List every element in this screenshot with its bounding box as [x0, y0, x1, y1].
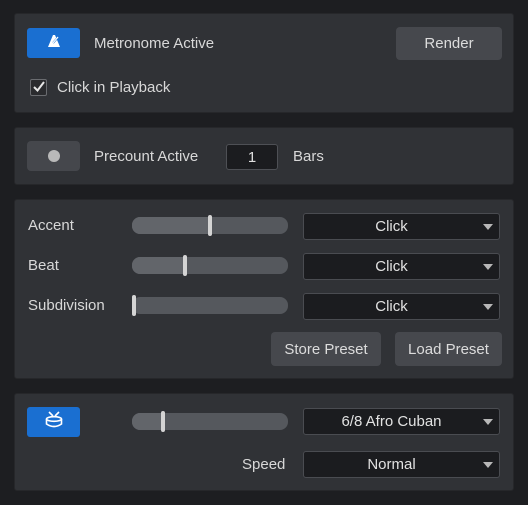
- chevron-down-icon: [483, 304, 493, 310]
- record-dot-icon: [47, 150, 60, 162]
- accent-slider-handle[interactable]: [208, 215, 212, 236]
- beat-label: Beat: [28, 257, 59, 274]
- bars-label: Bars: [293, 148, 324, 165]
- render-button[interactable]: Render: [396, 27, 502, 60]
- drum-pattern-toggle[interactable]: [27, 407, 80, 437]
- precount-active-label: Precount Active: [94, 148, 199, 165]
- subdivision-sound-value: Click: [375, 298, 408, 315]
- pattern-style-select[interactable]: 6/8 Afro Cuban: [303, 408, 500, 435]
- beat-sound-select[interactable]: Click: [303, 253, 500, 280]
- metronome-icon: [45, 34, 63, 53]
- beat-slider-handle[interactable]: [183, 255, 187, 276]
- metronome-panel: Metronome Active Render Click in Playbac…: [14, 13, 514, 113]
- precount-bars-input[interactable]: 1: [226, 144, 278, 170]
- sounds-panel: Accent Click Beat Click Subdivision Clic…: [14, 199, 514, 379]
- speed-label: Speed: [242, 456, 286, 473]
- beat-slider[interactable]: [132, 257, 288, 274]
- pattern-panel: 6/8 Afro Cuban Speed Normal: [14, 393, 514, 491]
- pattern-volume-slider[interactable]: [132, 413, 288, 430]
- beat-sound-value: Click: [375, 258, 408, 275]
- click-in-playback-label: Click in Playback: [57, 79, 171, 96]
- subdivision-slider[interactable]: [132, 297, 288, 314]
- subdivision-slider-handle[interactable]: [132, 295, 136, 316]
- accent-sound-select[interactable]: Click: [303, 213, 500, 240]
- chevron-down-icon: [483, 462, 493, 468]
- load-preset-button[interactable]: Load Preset: [395, 332, 502, 366]
- chevron-down-icon: [483, 419, 493, 425]
- store-preset-button[interactable]: Store Preset: [271, 332, 381, 366]
- speed-value: Normal: [367, 456, 416, 473]
- metronome-active-toggle[interactable]: [27, 28, 80, 58]
- precount-panel: Precount Active 1 Bars: [14, 127, 514, 185]
- subdivision-label: Subdivision: [28, 297, 105, 314]
- speed-select[interactable]: Normal: [303, 451, 500, 478]
- accent-sound-value: Click: [375, 218, 408, 235]
- pattern-volume-slider-handle[interactable]: [161, 411, 165, 432]
- accent-label: Accent: [28, 217, 74, 234]
- metronome-active-label: Metronome Active: [94, 35, 215, 52]
- subdivision-sound-select[interactable]: Click: [303, 293, 500, 320]
- chevron-down-icon: [483, 224, 493, 230]
- pattern-style-value: 6/8 Afro Cuban: [341, 413, 442, 430]
- drum-icon: [44, 410, 64, 434]
- chevron-down-icon: [483, 264, 493, 270]
- precount-active-toggle[interactable]: [27, 141, 80, 171]
- checkmark-icon: [32, 79, 45, 97]
- click-in-playback-checkbox[interactable]: [30, 79, 47, 96]
